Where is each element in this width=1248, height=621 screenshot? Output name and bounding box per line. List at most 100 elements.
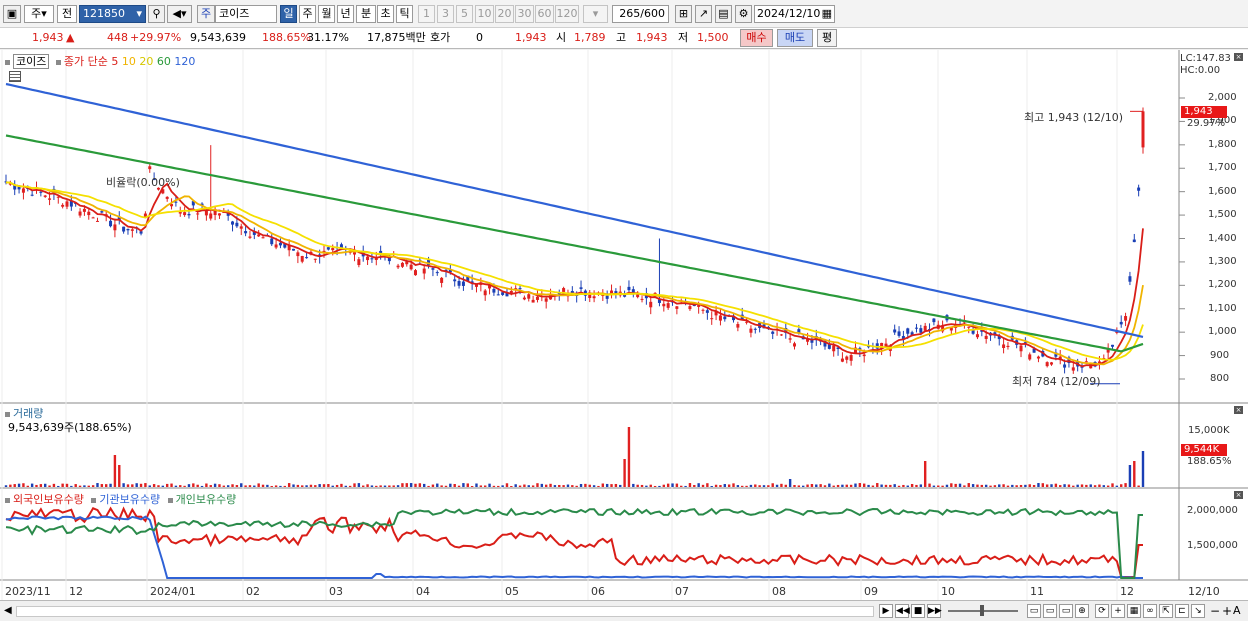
volume-bar bbox=[122, 483, 125, 487]
rewind-icon[interactable]: ◀◀ bbox=[895, 604, 910, 618]
chevron-down-icon[interactable]: ▾ bbox=[136, 6, 142, 22]
volume-bar bbox=[588, 484, 591, 487]
volume-bar bbox=[976, 484, 979, 487]
avg-button[interactable]: 평 bbox=[817, 29, 837, 47]
period-week[interactable]: 주 bbox=[299, 5, 316, 23]
volume-bar bbox=[283, 485, 287, 487]
candle-body bbox=[862, 354, 866, 357]
search-icon[interactable]: ⚲ bbox=[148, 5, 165, 23]
volume-bar bbox=[758, 485, 761, 487]
scroll-left-icon[interactable]: ◀ bbox=[4, 605, 12, 616]
volume-bar bbox=[488, 483, 491, 487]
price-pane-close-icon[interactable]: × bbox=[1234, 53, 1243, 61]
interval-30[interactable]: 30 bbox=[515, 5, 534, 23]
volume-bar bbox=[48, 485, 51, 487]
chart-type-icon[interactable]: ⊏ bbox=[1175, 604, 1189, 618]
export-icon[interactable]: ⇱ bbox=[1159, 604, 1173, 618]
prev-select[interactable]: 전 bbox=[57, 5, 77, 23]
volume-bar bbox=[845, 484, 848, 487]
zoom-slider-handle[interactable] bbox=[980, 605, 984, 616]
zoom-in-plus-icon[interactable]: + bbox=[1222, 604, 1232, 618]
table-view-icon[interactable]: ▦ bbox=[1127, 604, 1141, 618]
foreign-holding-label[interactable]: 외국인보유수량 bbox=[13, 493, 84, 506]
holding-pane-close-icon[interactable]: × bbox=[1234, 491, 1243, 499]
refresh-icon[interactable]: ⟳ bbox=[1095, 604, 1109, 618]
scroll-right-icon[interactable]: ▶ bbox=[879, 604, 893, 618]
holding-y-tick-1: 2,000,000 bbox=[1187, 505, 1238, 516]
volume-bar bbox=[144, 483, 147, 487]
volume-bar bbox=[649, 484, 652, 487]
candle-body bbox=[100, 211, 104, 213]
code-input[interactable]: 121850 ▾ bbox=[79, 5, 146, 23]
layout-icon[interactable]: ▣ bbox=[3, 5, 21, 23]
split-view-icon[interactable]: ▭ bbox=[1027, 604, 1041, 618]
volume-bar bbox=[353, 483, 356, 487]
interval-3[interactable]: 3 bbox=[437, 5, 454, 23]
crosshair-icon[interactable]: + bbox=[1111, 604, 1125, 618]
volume-bar bbox=[1037, 483, 1040, 487]
scrollbar-track[interactable] bbox=[16, 606, 874, 617]
volume-bar bbox=[44, 483, 47, 487]
interval-1[interactable]: 1 bbox=[418, 5, 435, 23]
volume-bar bbox=[340, 483, 343, 487]
institution-holding-label[interactable]: 기관보유수량 bbox=[99, 493, 160, 506]
period-second[interactable]: 초 bbox=[377, 5, 394, 23]
zoom-out-icon[interactable]: − bbox=[1210, 604, 1220, 618]
sell-button[interactable]: 매도 bbox=[777, 29, 813, 47]
period-tick[interactable]: 틱 bbox=[396, 5, 413, 23]
shrink-icon[interactable]: ↘ bbox=[1191, 604, 1205, 618]
layout-2-icon[interactable]: ▭ bbox=[1043, 604, 1057, 618]
open-label: 시 bbox=[556, 31, 567, 44]
volume-bar bbox=[222, 485, 226, 487]
interval-60[interactable]: 60 bbox=[535, 5, 554, 23]
volume-bar bbox=[213, 483, 217, 487]
period-day[interactable]: 일 bbox=[280, 5, 297, 23]
chart-settings-icon[interactable]: ⊞ bbox=[675, 5, 692, 23]
stock-name-field[interactable]: 코이즈 bbox=[215, 5, 277, 23]
current-price-tag: 1,943 bbox=[1181, 106, 1227, 118]
buy-button[interactable]: 매수 bbox=[740, 29, 773, 47]
draw-tool-icon[interactable]: ↗ bbox=[695, 5, 712, 23]
chart-canvas[interactable] bbox=[0, 50, 1248, 603]
speaker-icon[interactable]: ◀▾ bbox=[167, 5, 192, 23]
table-icon[interactable] bbox=[9, 71, 21, 82]
interval-5[interactable]: 5 bbox=[456, 5, 473, 23]
volume-bar bbox=[405, 483, 408, 487]
individual-holding-label[interactable]: 개인보유수량 bbox=[176, 493, 237, 506]
layout-3-icon[interactable]: ▭ bbox=[1059, 604, 1073, 618]
volume-bar bbox=[697, 483, 700, 487]
fast-forward-icon[interactable]: ▶▶ bbox=[927, 604, 942, 618]
period-minute[interactable]: 분 bbox=[356, 5, 376, 23]
candle-body bbox=[771, 331, 775, 334]
volume-bar bbox=[832, 485, 835, 487]
link-icon[interactable]: ∞ bbox=[1143, 604, 1157, 618]
volume-pane-close-icon[interactable]: × bbox=[1234, 406, 1243, 414]
custom-interval-select[interactable]: ▾ bbox=[583, 5, 608, 23]
type-select[interactable]: 주▾ bbox=[24, 5, 54, 23]
date-input[interactable]: 2024/12/10 ▦ bbox=[754, 5, 835, 23]
interval-20[interactable]: 20 bbox=[495, 5, 514, 23]
font-size-icon[interactable]: A bbox=[1233, 604, 1241, 617]
volume-bar bbox=[109, 483, 112, 487]
period-year[interactable]: 년 bbox=[337, 5, 354, 23]
period-month[interactable]: 월 bbox=[318, 5, 335, 23]
calendar-icon[interactable]: ▦ bbox=[822, 6, 832, 22]
chart-area[interactable]: 코이즈 종가 단순 5 10 20 60 120 LC:147.83 HC:0.… bbox=[0, 50, 1248, 603]
high-label: 고 bbox=[616, 31, 627, 44]
stop-icon[interactable]: ■ bbox=[911, 604, 925, 618]
zoom-in-icon[interactable]: ⊕ bbox=[1075, 604, 1089, 618]
interval-120[interactable]: 120 bbox=[555, 5, 579, 23]
ma-label[interactable]: 종가 단순 bbox=[64, 55, 108, 68]
count-input[interactable]: 265/600 bbox=[612, 5, 669, 23]
volume-bar bbox=[540, 483, 544, 487]
volume-bar bbox=[1124, 483, 1127, 487]
volume-bar bbox=[17, 483, 21, 487]
candle-body bbox=[688, 306, 692, 310]
save-icon[interactable]: ▤ bbox=[715, 5, 732, 23]
volume-bar bbox=[505, 483, 509, 487]
volume-bar bbox=[788, 479, 792, 487]
stock-title[interactable]: 코이즈 bbox=[13, 54, 50, 69]
volume-bar bbox=[510, 485, 513, 487]
interval-10[interactable]: 10 bbox=[475, 5, 494, 23]
gear-icon[interactable]: ⚙ bbox=[735, 5, 752, 23]
